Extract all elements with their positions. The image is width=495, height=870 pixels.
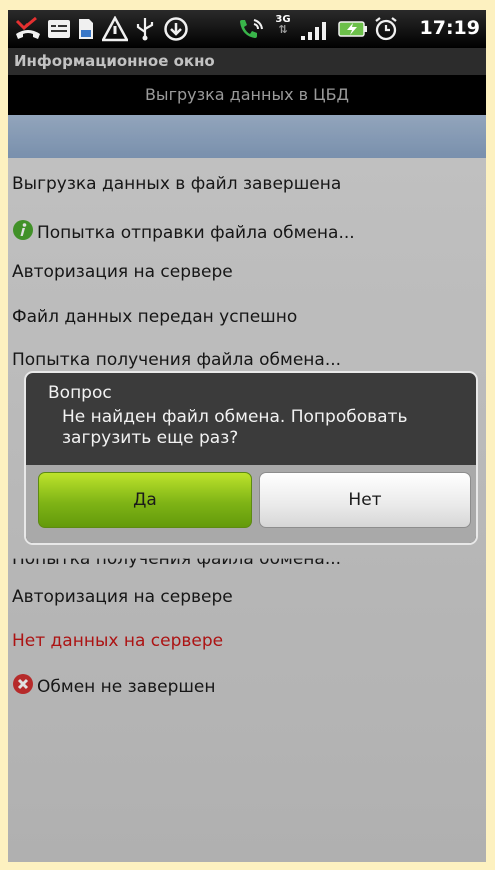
question-dialog: Вопрос Не найден файл обмена. Попробоват… — [24, 371, 478, 545]
alarm-icon — [375, 17, 397, 41]
download-icon — [164, 17, 188, 41]
dialog-title: Вопрос — [48, 383, 112, 403]
dialog-button-bar: Да Нет — [26, 465, 476, 543]
warning-icon — [102, 16, 128, 42]
sd-card-icon — [79, 19, 93, 39]
message-icon — [48, 20, 70, 38]
clock: 17:19 — [419, 17, 480, 39]
dialog-message: Не найден файл обмена. Попробовать загру… — [62, 407, 408, 448]
missed-call-icon — [15, 16, 40, 39]
battery-charging-icon — [338, 21, 367, 37]
phone-screen: 3G ⇅ 17:19 Информационное окно Выгрузка … — [8, 10, 486, 862]
no-button[interactable]: Нет — [259, 472, 471, 528]
wifi-call-icon — [240, 19, 263, 38]
status-bar: 3G ⇅ 17:19 — [8, 10, 486, 48]
usb-icon — [136, 18, 154, 41]
yes-button[interactable]: Да — [38, 472, 252, 528]
signal-icon — [301, 22, 326, 40]
network-3g-icon: 3G ⇅ — [275, 14, 291, 36]
